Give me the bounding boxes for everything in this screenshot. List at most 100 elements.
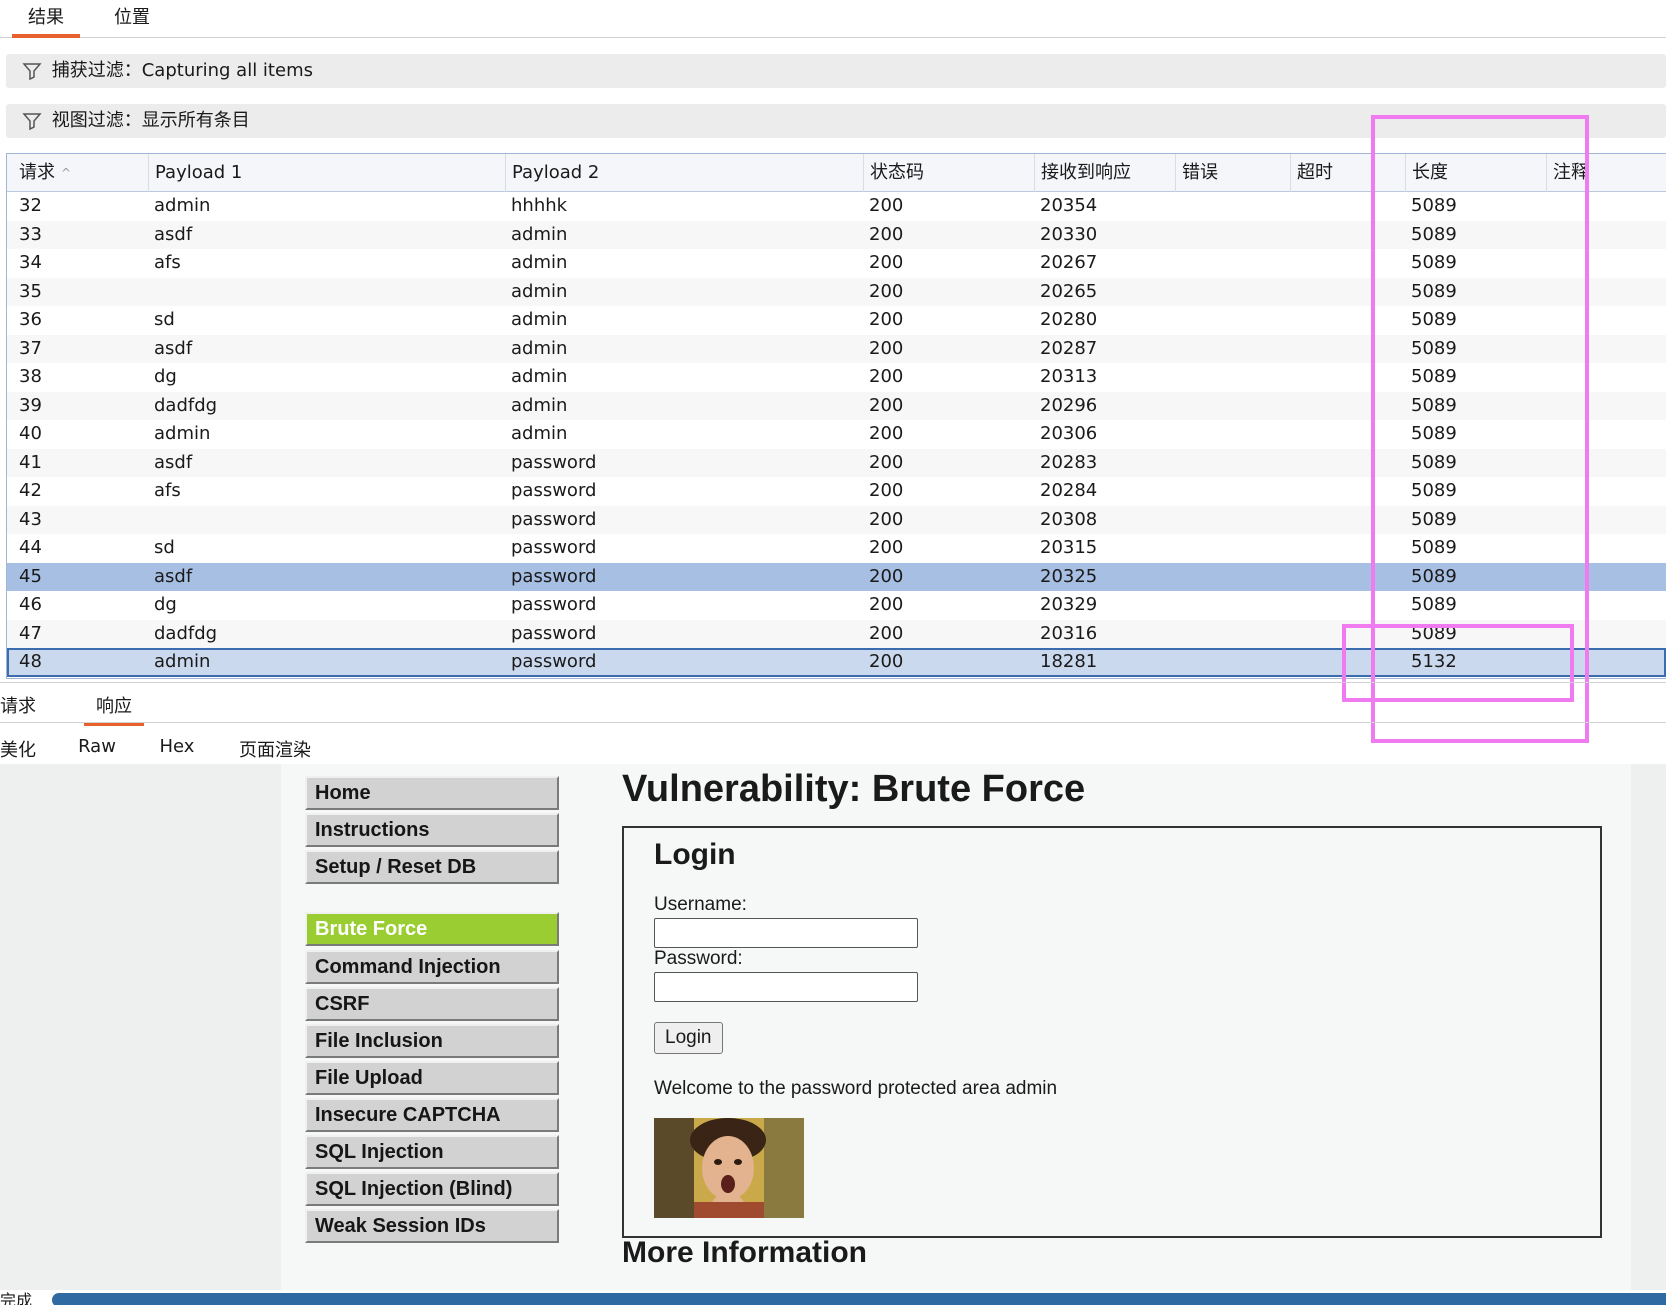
menu-item-setup-reset-db[interactable]: Setup / Reset DB [305,850,559,884]
sort-ascending-icon: ^ [61,166,72,180]
column-header-error[interactable]: 错误 [1175,154,1290,192]
cell-request: 39 [19,394,42,416]
tab-response[interactable]: 响应 [84,692,144,726]
cell-response-received: 20313 [1040,366,1098,387]
menu-item-file-inclusion[interactable]: File Inclusion [305,1024,559,1058]
cell-payload2: password [511,480,597,501]
table-row[interactable]: 38 dg admin 200 20313 5089 [7,363,1666,392]
column-header-request[interactable]: 请求 ^ [7,154,141,192]
cell-request: 34 [19,252,42,273]
cell-request: 48 [19,651,42,672]
cell-length: 5089 [1411,337,1457,359]
cell-payload1: admin [154,651,211,672]
cell-response-received: 20287 [1040,337,1098,359]
cell-length: 5089 [1411,223,1457,245]
column-header-comment[interactable]: 注释 [1546,154,1666,192]
cell-length: 5089 [1411,622,1457,644]
login-panel: Login Username: Password: Login Welcome … [622,826,1602,1238]
cell-response-received: 20330 [1040,223,1098,245]
cell-status: 200 [869,594,904,615]
cell-length: 5089 [1411,508,1457,530]
cell-request: 45 [19,565,42,587]
capture-filter-label: 捕获过滤：Capturing all items [51,60,313,81]
table-row[interactable]: 36 sd admin 200 20280 5089 [7,306,1666,335]
password-input[interactable] [654,972,918,1002]
tab-render[interactable]: 页面渲染 [216,736,334,770]
cell-status: 200 [869,651,904,672]
tab-pretty[interactable]: 美化 [0,736,36,762]
cell-status: 200 [869,394,904,416]
cell-request: 46 [19,594,42,615]
column-header-payload1[interactable]: Payload 1 [148,154,505,192]
cell-length: 5089 [1411,394,1457,416]
cell-status: 200 [869,565,904,587]
table-row[interactable]: 39 dadfdg admin 200 20296 5089 [7,391,1666,420]
menu-item-sql-injection-blind[interactable]: SQL Injection (Blind) [305,1172,559,1206]
subtab-divider [0,722,1666,723]
table-row[interactable]: 34 afs admin 200 20267 5089 [7,249,1666,278]
cell-payload1: afs [154,480,181,501]
table-row[interactable]: 47 dadfdg password 200 20316 5089 [7,619,1666,648]
menu-item-weak-session-ids[interactable]: Weak Session IDs [305,1209,559,1243]
cell-length: 5089 [1411,252,1457,273]
table-row[interactable]: 42 afs password 200 20284 5089 [7,477,1666,506]
menu-item-file-upload[interactable]: File Upload [305,1061,559,1095]
column-header-response-received[interactable]: 接收到响应 [1034,154,1175,192]
view-filter-bar[interactable]: 视图过滤：显示所有条目 [6,104,1666,138]
cell-payload1: asdf [154,451,193,473]
cell-response-received: 20325 [1040,565,1098,587]
column-header-timeout[interactable]: 超时 [1290,154,1405,192]
table-row[interactable]: 48 admin password 200 18281 5132 [7,648,1666,677]
cell-length: 5089 [1411,366,1457,387]
login-button[interactable]: Login [654,1022,723,1054]
tab-request[interactable]: 请求 [0,692,36,718]
table-row[interactable]: 35 admin 200 20265 5089 [7,277,1666,306]
cell-status: 200 [869,537,904,558]
cell-payload2: password [511,537,597,558]
menu-item-csrf[interactable]: CSRF [305,987,559,1021]
column-header-payload2[interactable]: Payload 2 [505,154,863,192]
table-row[interactable]: 45 asdf password 200 20325 5089 [7,562,1666,591]
username-label: Username: [654,894,747,915]
table-row[interactable]: 32 admin hhhhk 200 20354 5089 [7,192,1666,221]
menu-item-insecure-captcha[interactable]: Insecure CAPTCHA [305,1098,559,1132]
menu-item-command-injection[interactable]: Command Injection [305,950,559,984]
capture-filter-bar[interactable]: 捕获过滤：Capturing all items [6,54,1666,88]
cell-request: 42 [19,480,42,501]
table-row[interactable]: 41 asdf password 200 20283 5089 [7,448,1666,477]
cell-response-received: 20329 [1040,594,1098,615]
pane-divider [0,682,1666,683]
cell-request: 33 [19,223,42,245]
cell-payload1: admin [154,423,211,444]
username-input[interactable] [654,918,918,948]
cell-request: 35 [19,280,42,302]
tab-raw[interactable]: Raw [74,736,120,757]
column-header-status[interactable]: 状态码 [863,154,1034,192]
login-heading: Login [654,838,736,871]
funnel-icon [22,61,46,81]
more-information-heading: More Information [622,1236,867,1269]
table-row[interactable]: 33 asdf admin 200 20330 5089 [7,220,1666,249]
results-tab-bar: 结果 位置 [0,0,1666,38]
cell-payload1: afs [154,252,181,273]
cell-request: 40 [19,423,42,444]
tab-positions[interactable]: 位置 [98,0,166,38]
table-row[interactable]: 44 sd password 200 20315 5089 [7,534,1666,563]
cell-payload1: sd [154,309,175,330]
tab-results[interactable]: 结果 [12,0,80,38]
table-row[interactable]: 40 admin admin 200 20306 5089 [7,420,1666,449]
cell-payload1: admin [154,195,211,216]
menu-item-sql-injection[interactable]: SQL Injection [305,1135,559,1169]
menu-item-brute-force[interactable]: Brute Force [305,912,559,946]
tab-hex[interactable]: Hex [154,736,200,757]
menu-item-instructions[interactable]: Instructions [305,813,559,847]
table-row[interactable]: 46 dg password 200 20329 5089 [7,591,1666,620]
table-row[interactable]: 37 asdf admin 200 20287 5089 [7,334,1666,363]
cell-response-received: 20267 [1040,252,1098,273]
cell-request: 43 [19,508,42,530]
menu-item-home[interactable]: Home [305,776,559,810]
cell-status: 200 [869,280,904,302]
column-header-length[interactable]: 长度 [1405,154,1546,192]
rendered-page-view: Home Instructions Setup / Reset DB Brute Fo… [0,764,1666,1290]
table-row[interactable]: 43 password 200 20308 5089 [7,505,1666,534]
